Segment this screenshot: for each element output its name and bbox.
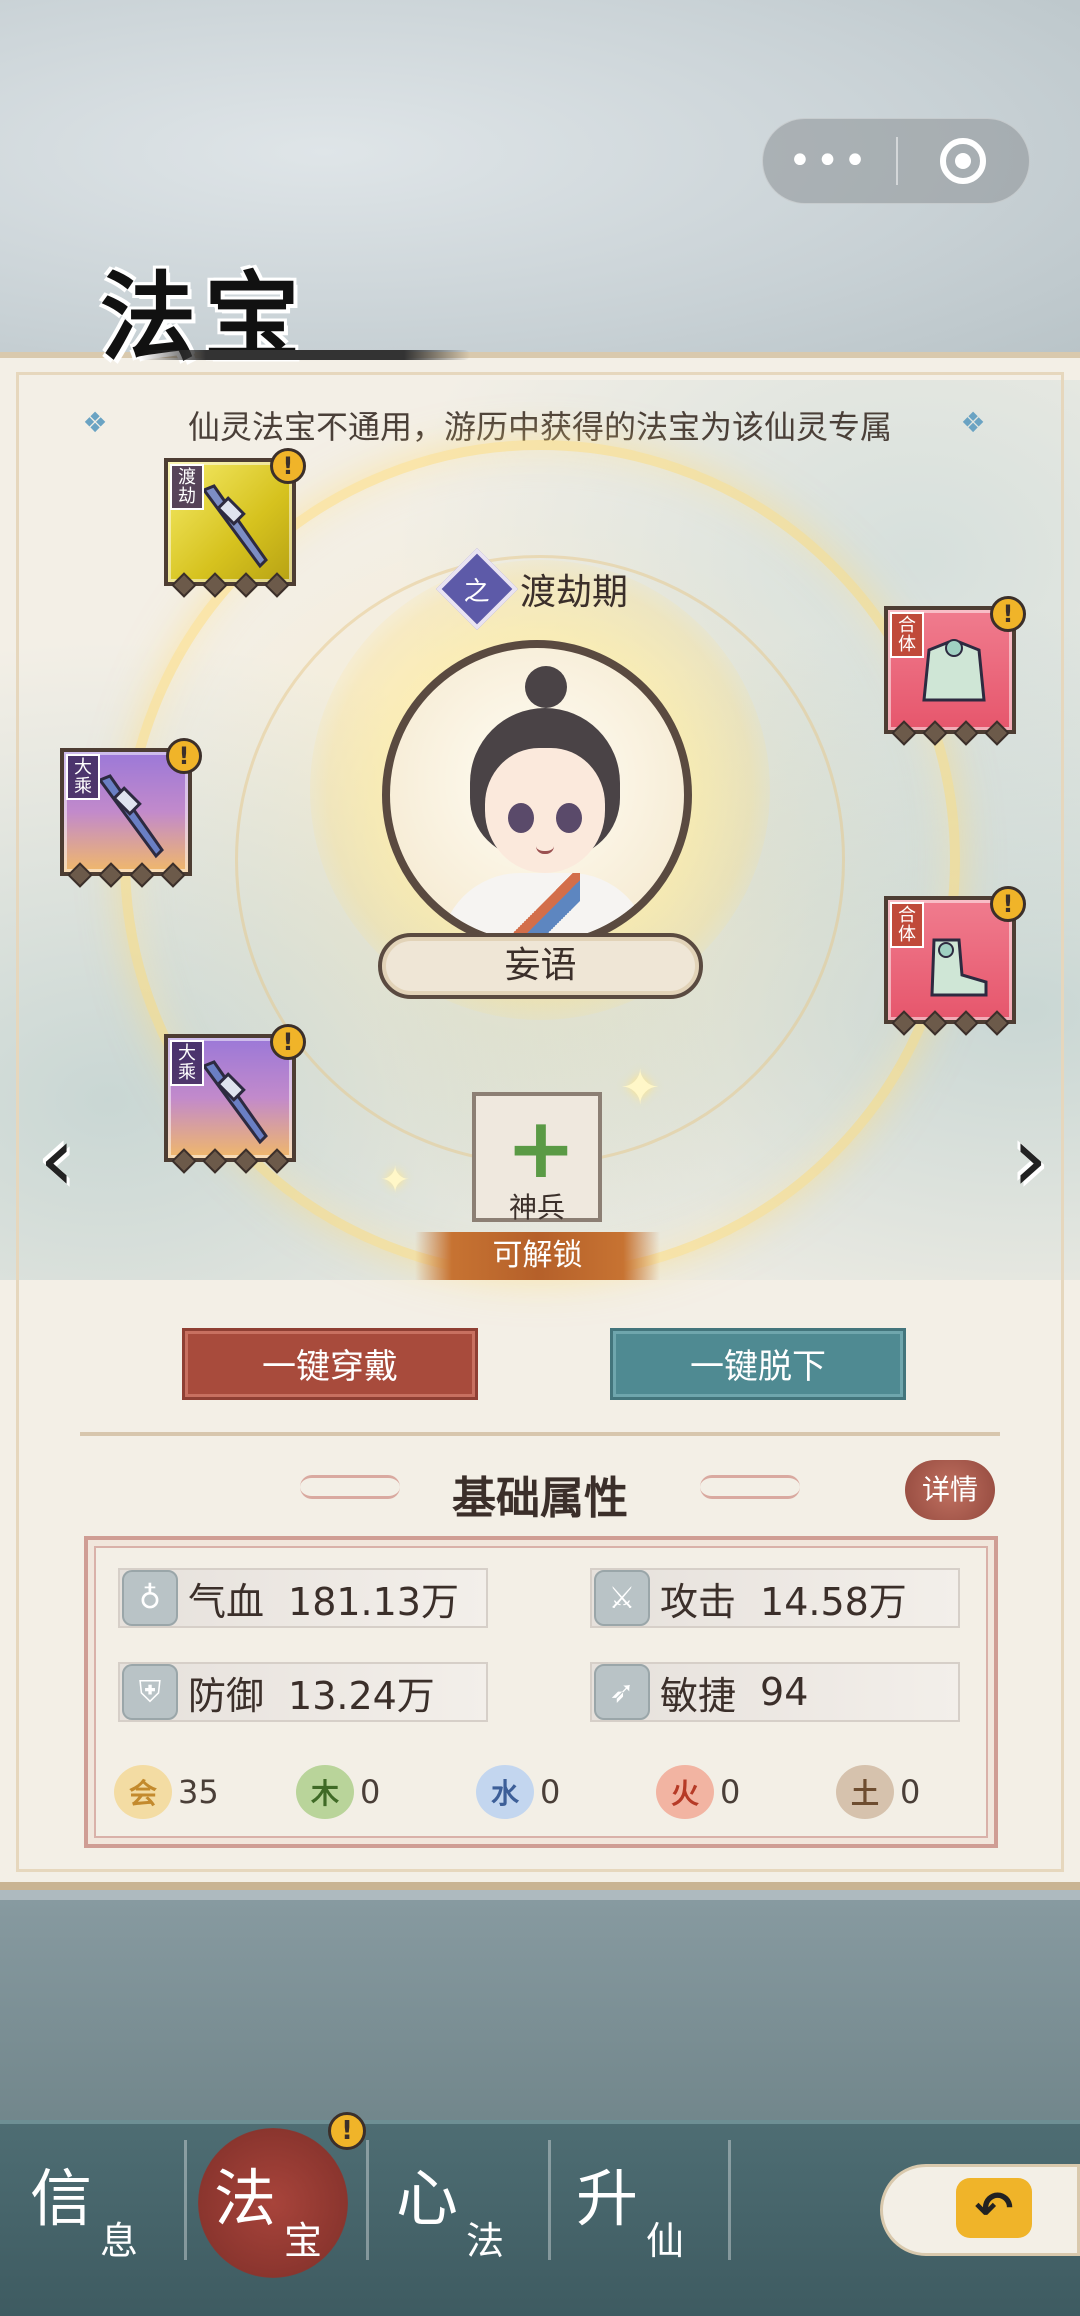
element-crit: 会 35 <box>114 1762 219 1822</box>
water-coin-icon: 水 <box>476 1765 534 1819</box>
tab-ascend[interactable]: 升 仙 <box>550 2128 730 2288</box>
target-icon <box>940 138 987 184</box>
sword-hilt-icon: ⚔ <box>594 1570 650 1626</box>
more-menu-button[interactable]: ••• <box>763 118 896 204</box>
fire-coin-icon: 火 <box>656 1765 714 1819</box>
realm-tag: 大乘 <box>170 1040 204 1086</box>
shield-icon: ⛨ <box>122 1664 178 1720</box>
stat-hp: ♁ 气血 181.13万 <box>118 1568 488 1628</box>
alert-icon: ! <box>270 448 306 484</box>
robe-icon <box>922 639 986 702</box>
earth-coin-icon: 土 <box>836 1765 894 1819</box>
element-fire: 火 0 <box>656 1762 740 1822</box>
star-rating <box>168 572 292 598</box>
blood-drop-icon: ♁ <box>122 1570 178 1626</box>
crit-coin-icon: 会 <box>114 1765 172 1819</box>
sparkle-icon: ✦ <box>380 1160 411 1201</box>
tab-info[interactable]: 信 息 <box>0 2128 180 2288</box>
alert-icon: ! <box>990 886 1026 922</box>
realm-icon: 之 <box>435 547 519 631</box>
equipment-slot-weapon[interactable]: 大乘 ! <box>164 1024 306 1174</box>
details-button[interactable]: 详情 <box>905 1460 995 1520</box>
unequip-all-button[interactable]: 一键脱下 <box>610 1328 906 1400</box>
sword-icon <box>97 774 164 859</box>
cloud-deco <box>700 1475 800 1499</box>
sword-icon <box>201 484 268 569</box>
realm-tag: 大乘 <box>66 754 100 800</box>
character-portrait[interactable] <box>382 640 692 950</box>
realm-label: 渡劫期 <box>520 572 629 613</box>
section-divider <box>80 1432 1000 1436</box>
star-rating <box>888 720 1012 746</box>
equipment-slot-boots[interactable]: 合体 ! <box>884 886 1026 1036</box>
element-wood: 木 0 <box>296 1762 380 1822</box>
prev-character-arrow[interactable]: ‹ <box>22 1110 92 1210</box>
sparkle-icon: ✦ <box>620 1060 661 1116</box>
close-miniprogram-button[interactable] <box>898 138 1029 184</box>
star-rating <box>64 862 188 888</box>
alert-icon: ! <box>270 1024 306 1060</box>
wood-coin-icon: 木 <box>296 1765 354 1819</box>
realm-tag: 合体 <box>890 612 924 658</box>
title-brush-stroke <box>140 350 470 360</box>
stat-attack: ⚔ 攻击 14.58万 <box>590 1568 960 1628</box>
wing-icon: ➶ <box>594 1664 650 1720</box>
miniprogram-capsule: ••• <box>762 118 1030 204</box>
equipment-slot-weapon[interactable]: 大乘 ! <box>60 738 202 888</box>
realm-indicator: 之 渡劫期 <box>435 547 629 631</box>
alert-icon: ! <box>166 738 202 774</box>
next-character-arrow[interactable]: › <box>995 1110 1065 1210</box>
stat-defense: ⛨ 防御 13.24万 <box>118 1662 488 1722</box>
back-button[interactable]: ↶ <box>880 2150 1080 2270</box>
realm-tag: 合体 <box>890 902 924 948</box>
element-earth: 土 0 <box>836 1762 920 1822</box>
sword-icon <box>201 1060 268 1145</box>
diamond-deco-icon: ❖ <box>960 406 986 439</box>
alert-icon: ! <box>328 2112 366 2150</box>
divine-weapon-label: 神兵 <box>508 1191 565 1224</box>
back-arrow-icon: ↶ <box>956 2178 1032 2238</box>
tab-treasure[interactable]: 法 宝 <box>186 2128 366 2288</box>
tab-mind-method[interactable]: 心 法 <box>368 2128 548 2288</box>
stat-agility: ➶ 敏捷 94 <box>590 1662 960 1722</box>
realm-tag: 渡劫 <box>170 464 204 510</box>
character-name-plate: 妄语 <box>378 933 703 999</box>
equipment-slot-armor[interactable]: 合体 ! <box>884 596 1026 746</box>
star-rating <box>168 1148 292 1174</box>
boots-icon <box>930 938 988 997</box>
element-water: 水 0 <box>476 1762 560 1822</box>
star-rating <box>888 1010 1012 1036</box>
add-icon: + <box>505 1099 577 1197</box>
equip-all-button[interactable]: 一键穿戴 <box>182 1328 478 1400</box>
alert-icon: ! <box>990 596 1026 632</box>
equipment-slot-weapon[interactable]: 渡劫 ! <box>164 448 306 598</box>
tab-divider <box>728 2140 731 2260</box>
unlock-ribbon[interactable]: 可解锁 <box>415 1232 660 1280</box>
divine-weapon-slot[interactable]: + 神兵 <box>472 1092 602 1224</box>
